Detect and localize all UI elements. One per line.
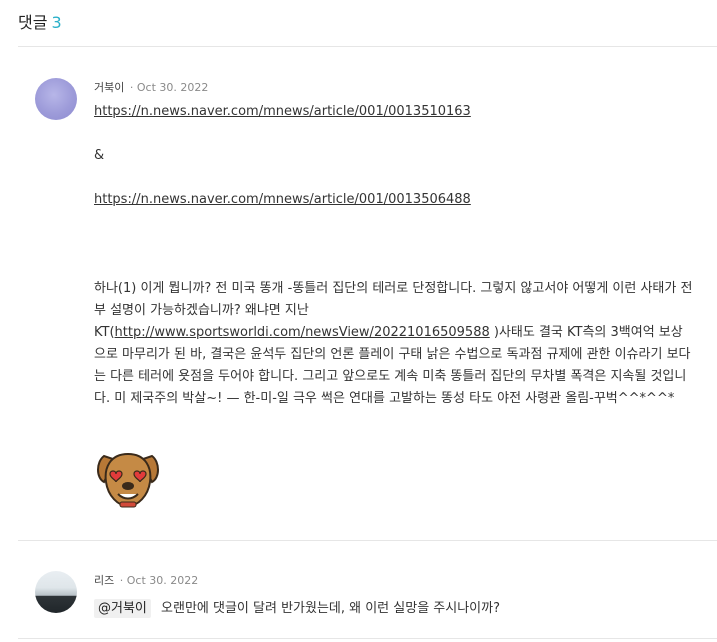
mention-tag[interactable]: @거북이 [94, 599, 151, 618]
divider [18, 638, 717, 639]
comment-author[interactable]: 거북이 [94, 81, 124, 94]
heart-eyes-dog-sticker [94, 448, 162, 510]
comment-date: Oct 30. 2022 [136, 81, 209, 94]
news-link-1[interactable]: https://n.news.naver.com/mnews/article/0… [94, 104, 471, 119]
divider [18, 46, 717, 47]
comments-count: 3 [51, 13, 62, 32]
comment-date: Oct 30. 2022 [126, 574, 199, 587]
comment-author[interactable]: 리즈 [94, 574, 114, 587]
comments-section: 댓글 3 거북이 · Oct 30. 2022 https://n.news.na… [0, 0, 717, 642]
comment-link: https://n.news.naver.com/mnews/article/0… [94, 104, 471, 119]
avatar[interactable] [35, 78, 77, 120]
sportsworld-link[interactable]: http://www.sportsworldi.com/newsView/202… [115, 325, 490, 340]
comment-meta: 거북이 · Oct 30. 2022 [94, 81, 209, 94]
comment-text: @거북이 오랜만에 댓글이 달려 반가웠는데, 왜 이런 실망을 주시나이까? [94, 597, 500, 618]
comment-text-content: 오랜만에 댓글이 달려 반가웠는데, 왜 이런 실망을 주시나이까? [161, 601, 500, 616]
ampersand-text: & [94, 148, 105, 163]
comment-link: https://n.news.naver.com/mnews/article/0… [94, 192, 471, 207]
divider [18, 540, 717, 541]
avatar[interactable] [35, 571, 77, 613]
comment-meta: 리즈 · Oct 30. 2022 [94, 574, 199, 587]
comment-text: 하나(1) 이게 뭡니까? 전 미국 똥개 -똥틀러 집단의 테러로 단정합니다… [94, 278, 694, 410]
comments-title: 댓글 [18, 13, 48, 32]
comments-header: 댓글 3 [18, 9, 62, 33]
news-link-2[interactable]: https://n.news.naver.com/mnews/article/0… [94, 192, 471, 207]
dog-sticker-icon [97, 452, 159, 508]
